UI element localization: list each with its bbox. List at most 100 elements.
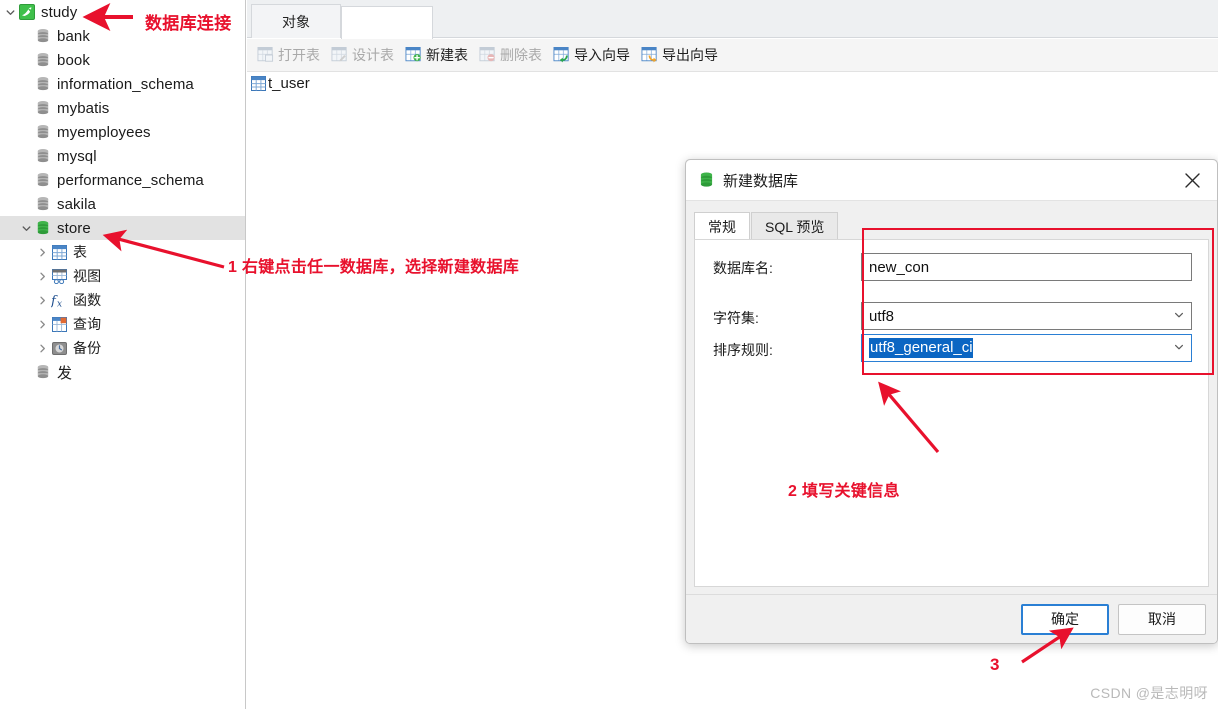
main-tabstrip: 对象 xyxy=(247,0,1218,39)
collation-select-value: utf8_general_ci xyxy=(869,338,973,358)
delete-table-button: 删除表 xyxy=(475,42,549,68)
import-wizard-icon xyxy=(553,47,570,63)
field-row-db-name: 数据库名: xyxy=(713,258,773,278)
annotation-step-1: 1 右键点击任一数据库，选择新建数据库 xyxy=(228,259,520,276)
database-label: 发 xyxy=(57,364,73,382)
tree-item-table[interactable]: 表 xyxy=(0,240,245,264)
dialog-tabs[interactable]: 常规 SQL 预览 xyxy=(694,211,839,240)
chevron-down-icon[interactable] xyxy=(18,223,34,234)
charset-select[interactable]: utf8 xyxy=(861,302,1192,330)
collation-select[interactable]: utf8_general_ci xyxy=(861,334,1192,362)
query-icon xyxy=(50,316,68,332)
chevron-down-icon[interactable] xyxy=(1173,309,1185,324)
tree-item-database-发[interactable]: 发 xyxy=(0,360,245,384)
function-icon: f x xyxy=(50,293,68,308)
tree-item-database-book[interactable]: book xyxy=(0,48,245,72)
database-icon xyxy=(34,76,52,92)
database-icon xyxy=(34,52,52,68)
database-label: store xyxy=(57,219,91,237)
design-table-button: 设计表 xyxy=(327,42,401,68)
database-label: myemployees xyxy=(57,123,151,141)
delete-table-icon xyxy=(479,47,496,63)
tree-item-function[interactable]: f x 函数 xyxy=(0,288,245,312)
database-label: mysql xyxy=(57,147,97,165)
charset-label: 字符集: xyxy=(713,310,759,326)
tree-item-database-myemployees[interactable]: myemployees xyxy=(0,120,245,144)
chevron-right-icon[interactable] xyxy=(34,319,50,330)
tree-item-database-mysql[interactable]: mysql xyxy=(0,144,245,168)
tree-item-database-information_schema[interactable]: information_schema xyxy=(0,72,245,96)
object-list-item-label: t_user xyxy=(268,74,310,92)
new-database-dialog[interactable]: 新建数据库 常规 SQL 预览 数据库名: new_con 字符集: utf8 … xyxy=(685,159,1218,644)
tree-item-database-store[interactable]: store xyxy=(0,216,245,240)
dialog-footer: 确定 取消 xyxy=(686,594,1217,643)
tree-item-backup[interactable]: 备份 xyxy=(0,336,245,360)
chevron-right-icon[interactable] xyxy=(34,247,50,258)
database-icon xyxy=(34,172,52,188)
toolbar-button-label: 导入向导 xyxy=(574,47,630,63)
export-wizard-button[interactable]: 导出向导 xyxy=(637,42,725,68)
dialog-tab-sql-preview[interactable]: SQL 预览 xyxy=(751,212,839,240)
tree-item-database-sakila[interactable]: sakila xyxy=(0,192,245,216)
tab-objects[interactable]: 对象 xyxy=(251,4,341,38)
export-wizard-icon xyxy=(641,47,658,63)
database-label: performance_schema xyxy=(57,171,204,189)
tree-item-database-mybatis[interactable]: mybatis xyxy=(0,96,245,120)
tab-filler xyxy=(341,6,433,39)
object-list-item[interactable]: t_user xyxy=(247,72,1218,94)
toolbar-button-label: 新建表 xyxy=(426,47,468,63)
database-icon xyxy=(34,100,52,116)
database-navigator-tree[interactable]: study bank book information_schema mybat… xyxy=(0,0,246,709)
annotation-connection-note: 数据库连接 xyxy=(145,14,232,33)
tree-item-label: 表 xyxy=(73,244,88,260)
open-table-button: 打开表 xyxy=(253,42,327,68)
database-icon xyxy=(34,124,52,140)
close-icon[interactable] xyxy=(1175,163,1209,197)
dialog-tab-general[interactable]: 常规 xyxy=(694,212,750,240)
charset-select-value: utf8 xyxy=(869,307,895,325)
database-label: book xyxy=(57,51,90,69)
watermark: CSDN @是志明呀 xyxy=(1090,685,1208,701)
tree-item-query[interactable]: 查询 xyxy=(0,312,245,336)
database-label: sakila xyxy=(57,195,96,213)
cancel-button-label: 取消 xyxy=(1148,611,1176,627)
db-name-input-value: new_con xyxy=(869,258,930,276)
toolbar-button-label: 打开表 xyxy=(278,47,320,63)
dialog-titlebar: 新建数据库 xyxy=(686,160,1217,201)
object-toolbar[interactable]: 打开表 设计表 新建表 删除表 导入向导 导出向导 xyxy=(247,39,1218,72)
chevron-down-icon[interactable] xyxy=(2,7,18,18)
field-row-charset: 字符集: xyxy=(713,308,759,328)
database-open-icon xyxy=(34,220,52,236)
database-list: bank book information_schema mybatis mye… xyxy=(0,24,245,384)
chevron-down-icon[interactable] xyxy=(1173,341,1185,356)
tree-item-label: 函数 xyxy=(73,292,102,308)
open-table-icon xyxy=(257,47,274,63)
annotation-step-3: 3 xyxy=(990,655,1000,674)
database-label: mybatis xyxy=(57,99,110,117)
toolbar-button-label: 导出向导 xyxy=(662,47,718,63)
mysql-connection-icon xyxy=(18,4,36,20)
ok-button[interactable]: 确定 xyxy=(1021,603,1109,635)
chevron-right-icon[interactable] xyxy=(34,343,50,354)
app-window: study bank book information_schema mybat… xyxy=(0,0,1218,709)
new-table-icon xyxy=(405,47,422,63)
table-icon xyxy=(50,244,68,260)
connection-label: study xyxy=(41,3,78,21)
chevron-right-icon[interactable] xyxy=(34,295,50,306)
import-wizard-button[interactable]: 导入向导 xyxy=(549,42,637,68)
dialog-body: 常规 SQL 预览 数据库名: new_con 字符集: utf8 排序规则: … xyxy=(686,201,1217,596)
dialog-title: 新建数据库 xyxy=(723,172,799,190)
database-icon xyxy=(34,148,52,164)
db-name-input[interactable]: new_con xyxy=(861,253,1192,281)
database-label: bank xyxy=(57,27,90,45)
new-table-button[interactable]: 新建表 xyxy=(401,42,475,68)
tab-objects-label: 对象 xyxy=(282,13,310,30)
tree-item-label: 查询 xyxy=(73,316,102,332)
database-label: information_schema xyxy=(57,75,194,93)
tree-item-view[interactable]: 视图 xyxy=(0,264,245,288)
tree-item-database-performance_schema[interactable]: performance_schema xyxy=(0,168,245,192)
table-icon xyxy=(249,75,267,91)
cancel-button[interactable]: 取消 xyxy=(1118,603,1206,635)
chevron-right-icon[interactable] xyxy=(34,271,50,282)
database-icon xyxy=(699,172,714,188)
